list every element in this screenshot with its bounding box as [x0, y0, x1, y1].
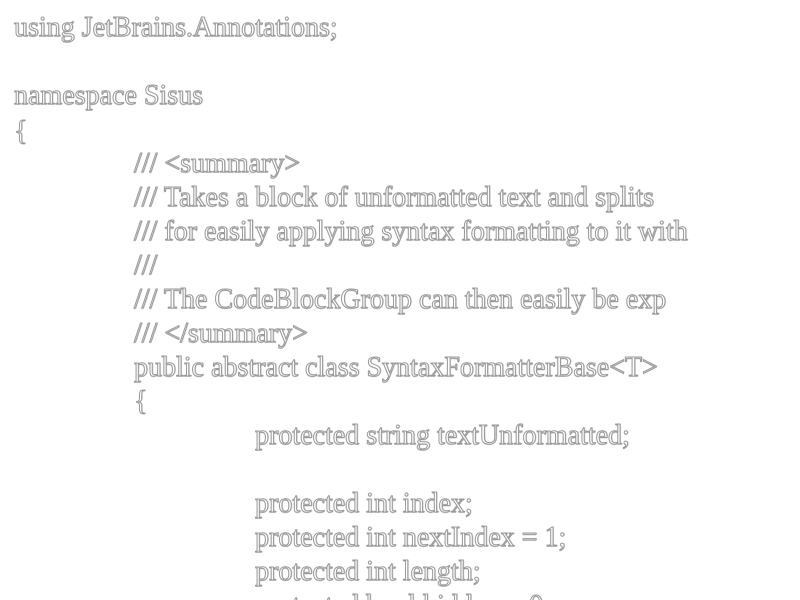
code-line-class-declaration: public abstract class SyntaxFormatterBas…: [134, 352, 659, 384]
code-line-field-index: protected int index;: [255, 488, 474, 520]
code-line-field-text-unformatted: protected string textUnformatted;: [255, 420, 631, 452]
code-line-field-length: protected int length;: [255, 556, 481, 588]
code-line-using: using JetBrains.Annotations;: [14, 12, 339, 44]
code-line-namespace: namespace Sisus: [14, 80, 204, 112]
code-line-doc-4: /// The CodeBlockGroup can then easily b…: [133, 284, 667, 316]
code-line-namespace-brace: {: [13, 116, 28, 148]
code-line-summary-close: /// </summary>: [134, 318, 309, 350]
code-line-doc-2: /// for easily applying syntax formattin…: [134, 216, 689, 248]
code-line-doc-1: /// Takes a block of unformatted text an…: [133, 182, 655, 214]
code-line-field-partial: protected bool hidden = 0;: [255, 590, 552, 600]
code-line-class-brace: {: [133, 386, 148, 418]
code-line-summary-open: /// <summary>: [133, 148, 301, 180]
code-line-doc-3: ///: [133, 250, 158, 282]
code-line-field-next-index: protected int nextIndex = 1;: [254, 522, 567, 554]
code-editor[interactable]: using JetBrains.Annotations; namespace S…: [0, 0, 800, 600]
